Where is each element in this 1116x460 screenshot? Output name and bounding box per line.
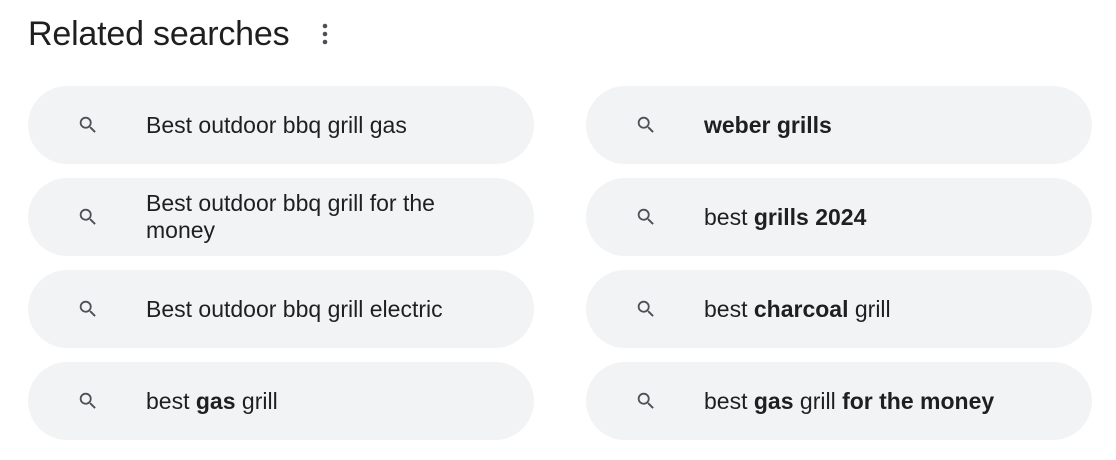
highlighted-term: gas [753, 387, 794, 414]
more-options-button[interactable] [311, 16, 339, 52]
related-search-label: best gas grill for the money [704, 388, 1028, 415]
related-search-chip[interactable]: best gas grill [28, 362, 534, 440]
related-searches-header: Related searches [28, 12, 339, 56]
query-text: best [146, 387, 196, 414]
query-text: best [704, 295, 754, 322]
query-text: grill [235, 387, 278, 414]
related-search-label: weber grills [704, 112, 866, 139]
related-search-label: best gas grill [146, 388, 312, 415]
query-text: Best outdoor bbq grill gas [146, 111, 407, 138]
related-search-chip[interactable]: best gas grill for the money [586, 362, 1092, 440]
section-title: Related searches [28, 14, 290, 53]
search-icon [76, 297, 100, 321]
search-icon [634, 205, 658, 229]
query-text: best [704, 203, 754, 230]
related-search-label: Best outdoor bbq grill for the money [146, 190, 534, 244]
related-search-label: Best outdoor bbq grill gas [146, 112, 441, 139]
related-search-chip[interactable]: Best outdoor bbq grill for the money [28, 178, 534, 256]
highlighted-term: grills 2024 [753, 203, 867, 230]
highlighted-term: gas [195, 387, 236, 414]
search-icon [634, 113, 658, 137]
related-search-chip[interactable]: Best outdoor bbq grill electric [28, 270, 534, 348]
related-search-chip[interactable]: Best outdoor bbq grill gas [28, 86, 534, 164]
search-icon [76, 205, 100, 229]
highlighted-term: weber grills [704, 111, 832, 138]
query-text: Best outdoor bbq grill electric [146, 295, 443, 322]
more-vert-icon [323, 23, 328, 45]
related-search-label: best charcoal grill [704, 296, 925, 323]
related-search-chip[interactable]: best grills 2024 [586, 178, 1092, 256]
search-icon [634, 389, 658, 413]
search-icon [76, 113, 100, 137]
query-text: grill [793, 387, 843, 414]
related-search-chip[interactable]: best charcoal grill [586, 270, 1092, 348]
query-text: best [704, 387, 754, 414]
highlighted-term: charcoal [753, 295, 849, 322]
related-search-label: best grills 2024 [704, 204, 900, 231]
search-icon [634, 297, 658, 321]
related-search-chip[interactable]: weber grills [586, 86, 1092, 164]
highlighted-term: for the money [842, 387, 995, 414]
query-text: Best outdoor bbq grill for the money [146, 190, 435, 243]
related-searches-grid: Best outdoor bbq grill gas weber grills Be… [28, 86, 1092, 440]
query-text: grill [848, 295, 891, 322]
search-icon [76, 389, 100, 413]
related-search-label: Best outdoor bbq grill electric [146, 296, 477, 323]
